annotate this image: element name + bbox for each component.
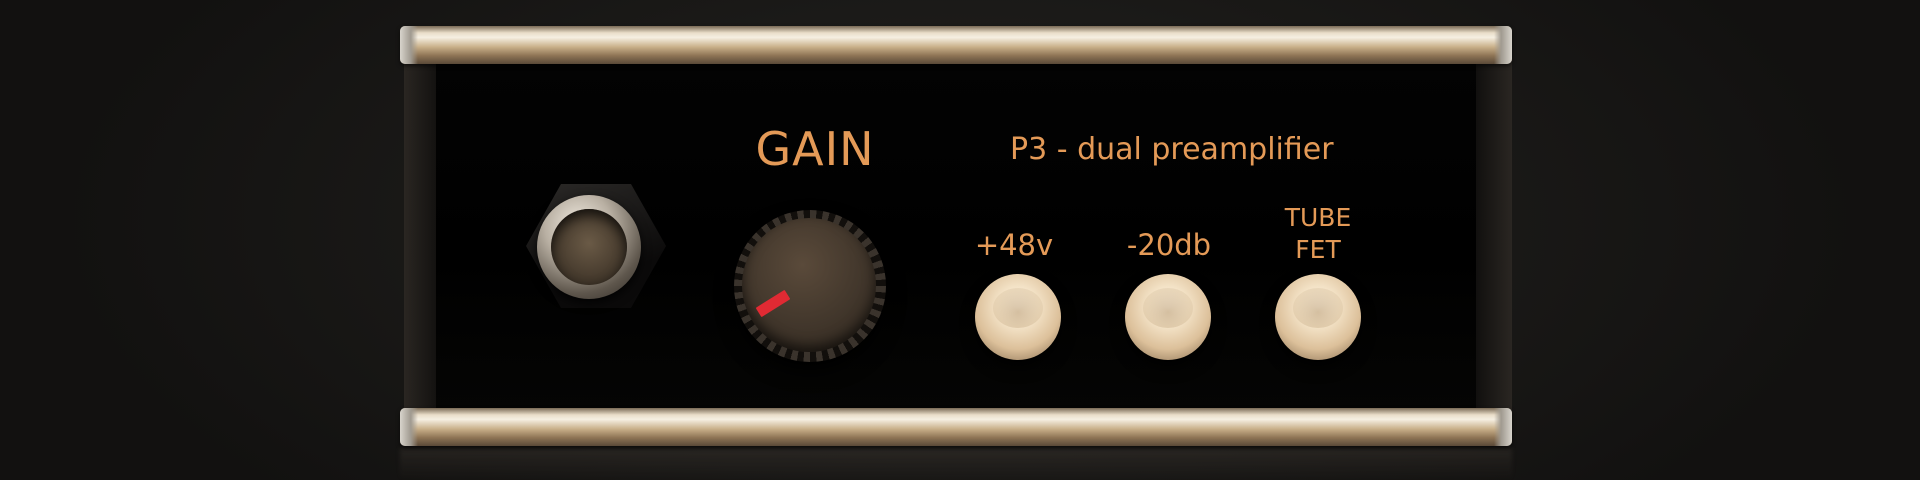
top-trim-rail: [400, 26, 1512, 64]
input-jack-socket[interactable]: [551, 209, 627, 285]
mode-fet-label: FET: [1295, 235, 1341, 264]
gain-label: GAIN: [755, 122, 875, 176]
mode-tube-label: TUBE: [1284, 203, 1352, 232]
rotary-knob-icon[interactable]: [742, 218, 876, 352]
model-label: P3 - dual preamplifier: [1010, 132, 1334, 167]
floor-reflection: [400, 448, 1512, 480]
pad-label: -20db: [1126, 228, 1212, 262]
pad-button[interactable]: [1125, 274, 1211, 360]
bottom-trim-rail: [400, 408, 1512, 446]
phantom-power-label: +48v: [974, 228, 1054, 262]
phantom-power-button[interactable]: [975, 274, 1061, 360]
chassis-side-right: [1472, 62, 1512, 410]
tube-fet-mode-button[interactable]: [1275, 274, 1361, 360]
